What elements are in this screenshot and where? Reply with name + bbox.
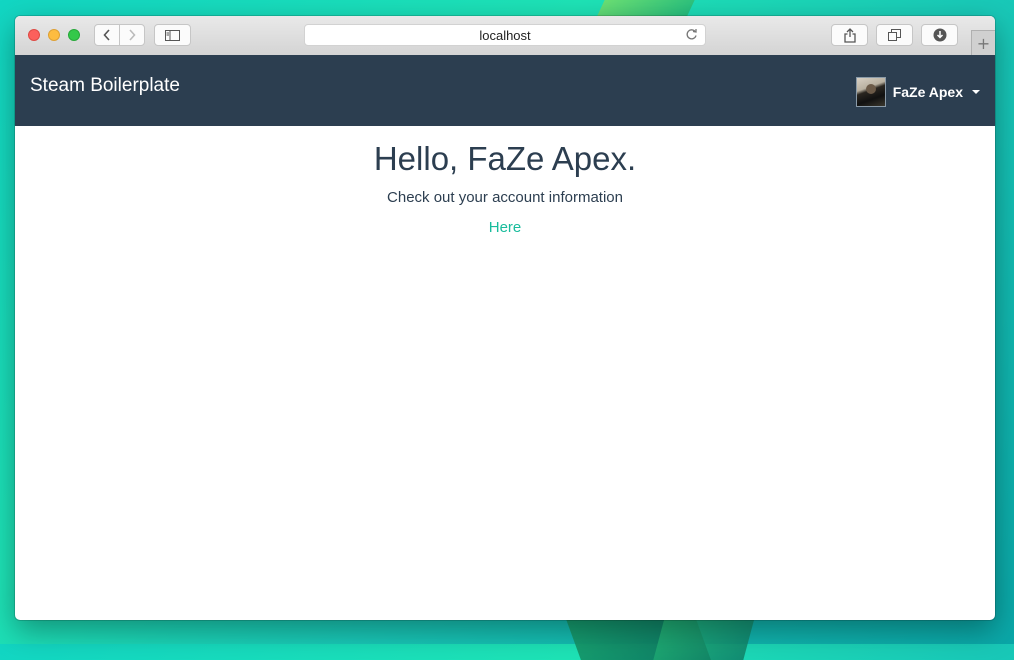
share-icon: [843, 27, 856, 43]
sidebar-toggle-button[interactable]: [154, 24, 191, 46]
back-button[interactable]: [94, 24, 120, 46]
close-window-button[interactable]: [28, 29, 40, 41]
account-info-link[interactable]: Here: [489, 219, 522, 236]
zoom-window-button[interactable]: [68, 29, 80, 41]
tabs-overview-button[interactable]: [876, 24, 913, 46]
site-navbar: Steam Boilerplate FaZe Apex: [15, 55, 995, 126]
tabs-overview-icon: [888, 29, 901, 41]
page-title: Hello, FaZe Apex.: [373, 140, 637, 177]
address-bar[interactable]: localhost: [304, 24, 706, 46]
avatar: [855, 77, 886, 107]
chevron-right-icon: [129, 29, 136, 41]
browser-window: localhost + Steam Boilerplate FaZe Apex …: [15, 16, 995, 620]
plus-icon: +: [976, 33, 991, 53]
reload-icon[interactable]: [685, 28, 698, 41]
share-button[interactable]: [831, 24, 868, 46]
download-icon: [933, 28, 946, 42]
caret-down-icon: [972, 90, 980, 94]
downloads-button[interactable]: [921, 24, 958, 46]
user-menu-toggle[interactable]: FaZe Apex: [855, 76, 980, 108]
url-text: localhost: [479, 27, 531, 43]
account-info-text: Check out your account information: [387, 189, 623, 206]
minimize-window-button[interactable]: [48, 29, 60, 41]
new-tab-button[interactable]: +: [971, 30, 995, 55]
browser-toolbar: localhost: [15, 16, 995, 56]
chevron-left-icon: [103, 29, 110, 41]
sidebar-icon: [165, 29, 180, 41]
forward-button[interactable]: [119, 24, 145, 46]
user-name: FaZe Apex: [892, 84, 963, 100]
brand-link[interactable]: Steam Boilerplate: [30, 75, 180, 97]
main-content: Hello, FaZe Apex. Check out your account…: [15, 126, 995, 237]
